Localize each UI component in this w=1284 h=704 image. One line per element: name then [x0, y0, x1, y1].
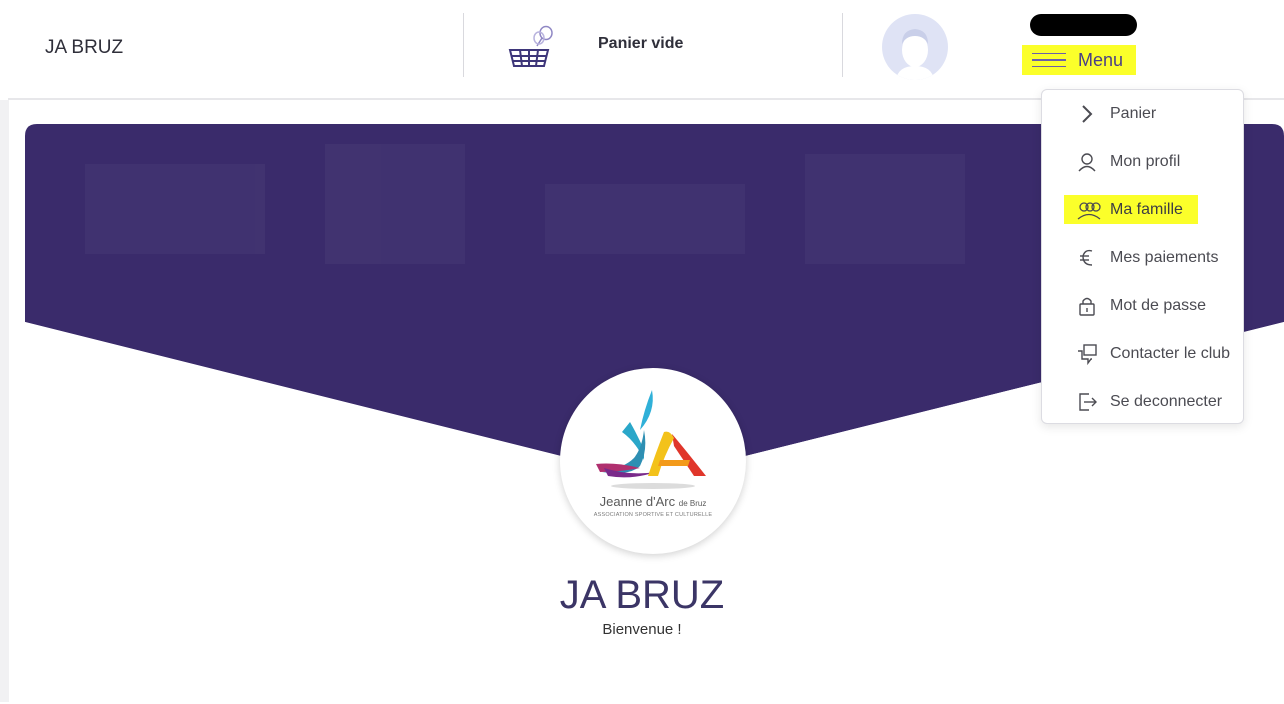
user-icon — [1078, 153, 1096, 172]
user-menu-dropdown: Panier Mon profil Ma famille Mes paiemen… — [1041, 89, 1244, 424]
club-logo: Jeanne d'Arc de Bruz ASSOCIATION SPORTIV… — [560, 368, 746, 554]
menu-item-mes-paiements[interactable]: Mes paiements — [1042, 238, 1243, 278]
top-bar: JA BRUZ Panier vide Menu — [0, 0, 1284, 98]
logout-icon — [1079, 393, 1097, 411]
menu-item-mon-profil[interactable]: Mon profil — [1042, 142, 1243, 182]
lock-icon — [1079, 297, 1095, 316]
menu-label: Menu — [1078, 49, 1124, 70]
header-divider — [842, 13, 843, 77]
menu-item-se-deconnecter[interactable]: Se deconnecter — [1042, 382, 1243, 422]
menu-item-contacter-le-club[interactable]: Contacter le club — [1042, 334, 1243, 374]
club-logo-mark-icon — [596, 390, 706, 489]
euro-icon — [1080, 249, 1093, 266]
menu-item-panier[interactable]: Panier — [1042, 94, 1243, 134]
menu-button[interactable]: Menu — [1022, 45, 1136, 75]
avatar-silhouette-icon — [896, 29, 934, 80]
menu-item-ma-famille[interactable]: Ma famille — [1042, 190, 1243, 230]
family-icon — [1077, 202, 1101, 220]
welcome-message: Bienvenue ! — [602, 621, 682, 638]
hamburger-icon — [1032, 48, 1066, 73]
header-divider — [463, 13, 464, 77]
cart-status-label[interactable]: Panier vide — [598, 35, 683, 53]
brand-name[interactable]: JA BRUZ — [45, 37, 123, 59]
logo-wordmark: Jeanne d'Arc de Bruz — [599, 494, 707, 509]
avatar[interactable] — [882, 14, 948, 80]
logo-tagline: ASSOCIATION SPORTIVE ET CULTURELLE — [593, 512, 713, 518]
menu-item-mot-de-passe[interactable]: Mot de passe — [1042, 286, 1243, 326]
club-title: JA BRUZ — [559, 573, 725, 617]
chat-icon — [1078, 344, 1097, 366]
chevron-right-icon — [1082, 105, 1093, 123]
redacted-username — [1030, 14, 1137, 36]
basket-icon[interactable] — [506, 24, 558, 70]
